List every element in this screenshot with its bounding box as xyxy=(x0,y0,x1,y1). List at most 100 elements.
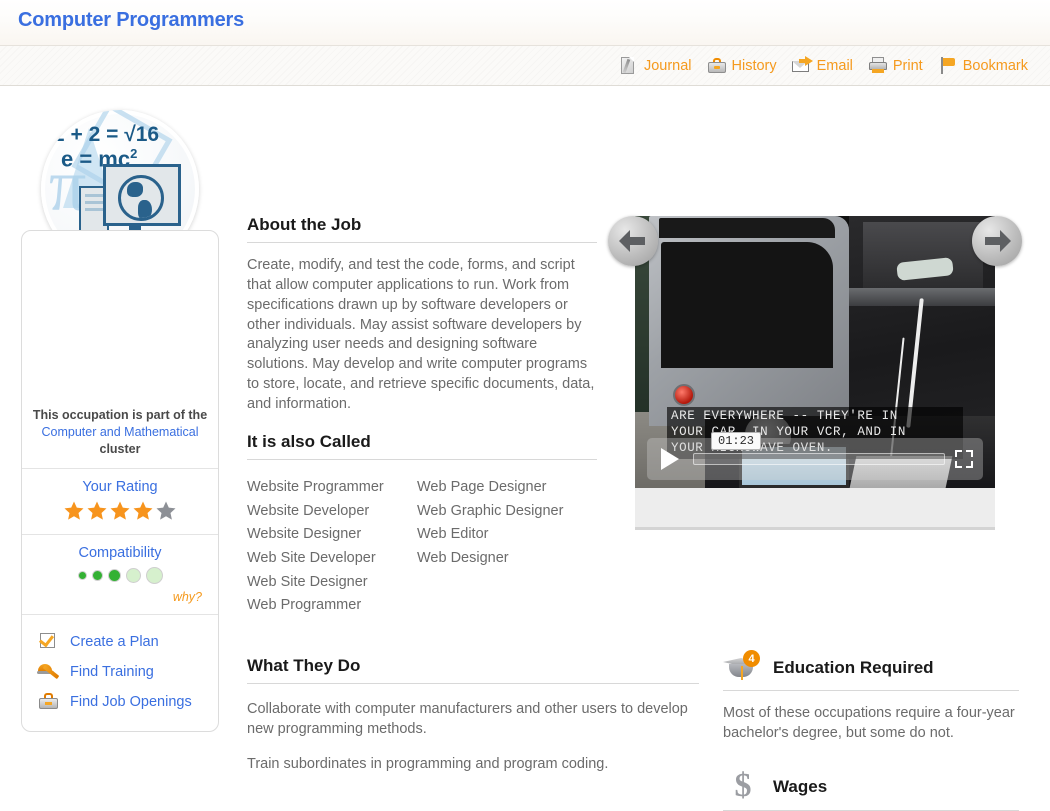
video-stage[interactable]: ARE EVERYWHERE -- THEY'RE IN YOUR CAR, I… xyxy=(635,216,995,488)
wages-section: $ Wages xyxy=(723,770,1019,811)
occupation-image-spacer xyxy=(22,231,218,397)
title-bar: Computer Programmers xyxy=(0,0,1050,46)
wages-title: Wages xyxy=(773,777,827,797)
what-they-do-title: What They Do xyxy=(247,656,699,684)
journal-icon xyxy=(619,56,639,75)
also-called-item: Web Editor xyxy=(417,523,587,547)
star-filled-icon[interactable] xyxy=(63,500,85,522)
also-called-column-right: Web Page DesignerWeb Graphic DesignerWeb… xyxy=(417,476,587,618)
what-they-do-list: Collaborate with computer manufacturers … xyxy=(247,700,699,775)
caption-line-1: ARE EVERYWHERE -- THEY'RE IN xyxy=(671,409,959,425)
history-button[interactable]: History xyxy=(701,54,783,77)
email-button[interactable]: Email xyxy=(786,54,859,77)
next-video-button[interactable] xyxy=(972,216,1022,266)
also-called-column-left: Website ProgrammerWebsite DeveloperWebsi… xyxy=(247,476,417,618)
about-the-job-title: About the Job xyxy=(247,215,597,243)
sidebar-actions: Create a Plan Find Training Find Job Ope… xyxy=(22,614,218,731)
flag-icon xyxy=(938,56,958,75)
also-called-item: Web Designer xyxy=(417,547,587,571)
video-time-tooltip: 01:23 xyxy=(711,432,761,450)
find-training-link[interactable]: Find Training xyxy=(38,657,218,687)
journal-label: Journal xyxy=(644,58,692,74)
find-job-openings-label: Find Job Openings xyxy=(70,694,192,710)
also-called-item: Website Designer xyxy=(247,523,417,547)
education-required-title: Education Required xyxy=(773,658,934,678)
briefcase-icon xyxy=(38,692,60,712)
cluster-section: This occupation is part of the Computer … xyxy=(22,397,218,468)
action-toolbar: Journal History Email Print Bookmark xyxy=(0,46,1050,86)
briefcase-icon xyxy=(707,56,727,75)
compatibility-dot-filled xyxy=(92,570,103,581)
find-job-openings-link[interactable]: Find Job Openings xyxy=(38,687,218,717)
compatibility-dot-filled xyxy=(108,569,121,582)
checkbox-icon xyxy=(38,632,60,652)
print-button[interactable]: Print xyxy=(862,54,929,77)
compatibility-heading: Compatibility xyxy=(32,545,208,561)
journal-button[interactable]: Journal xyxy=(613,54,698,77)
also-called-item: Web Programmer xyxy=(247,594,417,618)
also-called-title: It is also Called xyxy=(247,432,597,460)
what-they-do-section: What They Do Collaborate with computer m… xyxy=(247,656,699,775)
print-label: Print xyxy=(893,58,923,74)
also-called-item: Website Programmer xyxy=(247,476,417,500)
compatibility-section: Compatibility why? xyxy=(22,534,218,614)
education-level-badge: 4 xyxy=(743,650,760,667)
compatibility-dot-empty xyxy=(126,568,141,583)
compatibility-dot-empty xyxy=(146,567,163,584)
education-required-header: 4 Education Required xyxy=(723,652,1019,690)
previous-video-button[interactable] xyxy=(608,216,658,266)
also-called-item: Web Page Designer xyxy=(417,476,587,500)
star-filled-icon[interactable] xyxy=(86,500,108,522)
star-filled-icon[interactable] xyxy=(109,500,131,522)
education-required-section: 4 Education Required Most of these occup… xyxy=(723,652,1019,744)
find-training-label: Find Training xyxy=(70,664,154,680)
also-called-item: Web Site Developer xyxy=(247,547,417,571)
your-rating-heading: Your Rating xyxy=(32,479,208,495)
bookmark-button[interactable]: Bookmark xyxy=(932,54,1034,77)
globe-icon xyxy=(118,175,164,221)
monitor-icon xyxy=(103,164,181,226)
create-a-plan-link[interactable]: Create a Plan xyxy=(38,627,218,657)
education-divider xyxy=(723,690,1019,691)
hardhat-hammer-icon xyxy=(38,662,60,682)
why-link[interactable]: why? xyxy=(32,590,202,604)
also-called-item: Web Site Designer xyxy=(247,571,417,595)
video-player: ARE EVERYWHERE -- THEY'RE IN YOUR CAR, I… xyxy=(635,216,995,530)
page-body: π 2 + 2 = √16 e = mc2 This occupation is… xyxy=(0,87,1050,707)
about-the-job-text: Create, modify, and test the code, forms… xyxy=(247,256,597,415)
play-icon[interactable] xyxy=(657,445,683,473)
education-required-text: Most of these occupations require a four… xyxy=(723,704,1019,744)
formula-top: 2 + 2 = √16 xyxy=(53,123,159,147)
sidebar-panel: This occupation is part of the Computer … xyxy=(21,230,219,732)
star-rating[interactable] xyxy=(32,500,208,522)
also-called-section: It is also Called Website ProgrammerWebs… xyxy=(247,432,597,618)
star-filled-icon[interactable] xyxy=(132,500,154,522)
what-they-do-item: Train subordinates in programming and pr… xyxy=(247,755,699,775)
compatibility-dots xyxy=(32,566,208,586)
graduation-cap-icon: 4 xyxy=(723,652,763,684)
what-they-do-item: Collaborate with computer manufacturers … xyxy=(247,700,699,739)
video-progress-bar[interactable] xyxy=(693,453,945,465)
printer-icon xyxy=(868,56,888,75)
your-rating-section: Your Rating xyxy=(22,468,218,534)
fullscreen-icon[interactable] xyxy=(955,450,973,468)
cluster-tail-text: cluster xyxy=(32,442,208,456)
page-title: Computer Programmers xyxy=(18,9,244,32)
email-label: Email xyxy=(817,58,853,74)
create-a-plan-label: Create a Plan xyxy=(70,634,159,650)
star-empty-icon[interactable] xyxy=(155,500,177,522)
video-caption-panel xyxy=(635,488,995,530)
compatibility-dot-filled xyxy=(78,571,87,580)
arrow-left-icon xyxy=(619,230,647,252)
cluster-link[interactable]: Computer and Mathematical xyxy=(32,424,208,441)
video-controls xyxy=(647,438,983,480)
history-label: History xyxy=(732,58,777,74)
also-called-item: Website Developer xyxy=(247,500,417,524)
education-wages-column: 4 Education Required Most of these occup… xyxy=(723,652,1019,811)
about-the-job-section: About the Job Create, modify, and test t… xyxy=(247,215,597,415)
also-called-item: Web Graphic Designer xyxy=(417,500,587,524)
dollar-sign-icon: $ xyxy=(723,770,763,804)
arrow-right-icon xyxy=(983,230,1011,252)
cluster-lead-text: This occupation is part of the xyxy=(32,407,208,424)
bookmark-label: Bookmark xyxy=(963,58,1028,74)
